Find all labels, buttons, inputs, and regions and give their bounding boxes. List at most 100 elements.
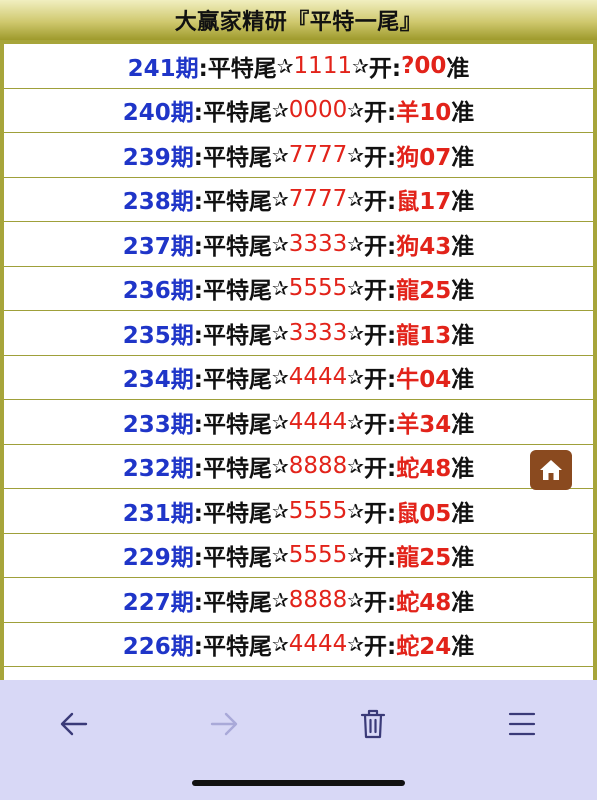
star-icon: ✰	[271, 276, 289, 301]
predicted-number: 0000	[288, 97, 348, 124]
list-item: 227期:平特尾 ✰ 8888 ✰ 开: 蛇48 准	[4, 578, 593, 623]
star-icon: ✰	[271, 632, 289, 657]
result-value: ?00	[401, 52, 447, 79]
status-label: 准	[451, 456, 475, 483]
open-label: 开:	[364, 233, 397, 260]
category-label: :平特尾	[193, 589, 272, 616]
star-icon: ✰	[347, 320, 365, 345]
result-value: 羊34	[396, 411, 452, 438]
star-icon: ✰	[347, 365, 365, 390]
home-button[interactable]	[530, 450, 572, 490]
predicted-number: 7777	[288, 186, 348, 213]
open-label: 开:	[364, 322, 397, 349]
list-item: 241期:平特尾 ✰ 1111 ✰ 开: ?00 准	[4, 44, 593, 89]
star-icon: ✰	[271, 231, 289, 256]
menu-icon	[508, 712, 536, 736]
star-icon: ✰	[276, 53, 294, 78]
open-label: 开:	[364, 545, 397, 572]
period-label: 236期	[122, 278, 194, 305]
page-title: 大赢家精研『平特一尾』	[174, 10, 423, 35]
period-label: 226期	[122, 634, 194, 661]
star-icon: ✰	[347, 409, 365, 434]
predicted-number: 4444	[288, 631, 348, 658]
star-icon: ✰	[271, 187, 289, 212]
category-label: :平特尾	[198, 55, 277, 82]
star-icon: ✰	[271, 498, 289, 523]
forward-button[interactable]	[194, 694, 254, 754]
forward-arrow-icon	[210, 712, 238, 736]
period-label: 240期	[122, 100, 194, 127]
open-label: 开:	[364, 500, 397, 527]
period-label: 232期	[122, 456, 194, 483]
back-button[interactable]	[44, 694, 104, 754]
period-label: 229期	[122, 545, 194, 572]
category-label: :平特尾	[193, 367, 272, 394]
category-label: :平特尾	[193, 278, 272, 305]
open-label: 开:	[364, 144, 397, 171]
period-label: 231期	[122, 500, 194, 527]
period-label: 234期	[122, 367, 194, 394]
open-label: 开:	[364, 634, 397, 661]
star-icon: ✰	[347, 98, 365, 123]
category-label: :平特尾	[193, 411, 272, 438]
star-icon: ✰	[271, 98, 289, 123]
result-value: 蛇48	[396, 589, 452, 616]
status-label: 准	[446, 55, 470, 82]
star-icon: ✰	[347, 498, 365, 523]
category-label: :平特尾	[193, 144, 272, 171]
result-value: 牛04	[396, 367, 452, 394]
result-value: 鼠05	[396, 500, 452, 527]
predicted-number: 1111	[293, 52, 353, 79]
star-icon: ✰	[347, 454, 365, 479]
star-icon: ✰	[271, 142, 289, 167]
status-label: 准	[451, 500, 475, 527]
category-label: :平特尾	[193, 545, 272, 572]
prediction-list: 241期:平特尾 ✰ 1111 ✰ 开: ?00 准 240期:平特尾 ✰ 0000 ✰ 开: 羊10…	[4, 44, 593, 680]
open-label: 开:	[364, 100, 397, 127]
status-label: 准	[451, 322, 475, 349]
home-icon	[540, 460, 562, 480]
star-icon: ✰	[347, 276, 365, 301]
category-label: :平特尾	[193, 233, 272, 260]
home-indicator[interactable]	[192, 780, 405, 786]
star-icon: ✰	[347, 142, 365, 167]
result-value: 羊10	[396, 100, 452, 127]
period-label: 239期	[122, 144, 194, 171]
list-item: 226期:平特尾 ✰ 4444 ✰ 开: 蛇24 准	[4, 623, 593, 667]
predicted-number: 5555	[288, 497, 348, 524]
category-label: :平特尾	[193, 500, 272, 527]
delete-button[interactable]	[343, 694, 403, 754]
star-icon: ✰	[271, 587, 289, 612]
open-label: 开:	[364, 278, 397, 305]
open-label: 开:	[364, 411, 397, 438]
star-icon: ✰	[271, 454, 289, 479]
result-value: 狗07	[396, 144, 452, 171]
status-label: 准	[451, 144, 475, 171]
star-icon: ✰	[271, 320, 289, 345]
predicted-number: 4444	[288, 364, 348, 391]
status-label: 准	[451, 634, 475, 661]
star-icon: ✰	[347, 543, 365, 568]
predicted-number: 3333	[288, 319, 348, 346]
status-label: 准	[451, 545, 475, 572]
result-value: 龍25	[396, 545, 452, 572]
result-value: 龍13	[396, 322, 452, 349]
predicted-number: 5555	[288, 542, 348, 569]
category-label: :平特尾	[193, 189, 272, 216]
open-label: 开:	[364, 189, 397, 216]
period-label: 235期	[122, 322, 194, 349]
open-label: 开:	[364, 456, 397, 483]
result-value: 鼠17	[396, 189, 452, 216]
predicted-number: 3333	[288, 230, 348, 257]
period-label: 241期	[127, 55, 199, 82]
status-label: 准	[451, 233, 475, 260]
period-label: 237期	[122, 233, 194, 260]
result-value: 蛇48	[396, 456, 452, 483]
list-item: 236期:平特尾 ✰ 5555 ✰ 开: 龍25 准	[4, 267, 593, 311]
list-item: 239期:平特尾 ✰ 7777 ✰ 开: 狗07 准	[4, 133, 593, 178]
menu-button[interactable]	[492, 694, 552, 754]
result-value: 蛇24	[396, 634, 452, 661]
star-icon: ✰	[271, 543, 289, 568]
category-label: :平特尾	[193, 634, 272, 661]
category-label: :平特尾	[193, 456, 272, 483]
